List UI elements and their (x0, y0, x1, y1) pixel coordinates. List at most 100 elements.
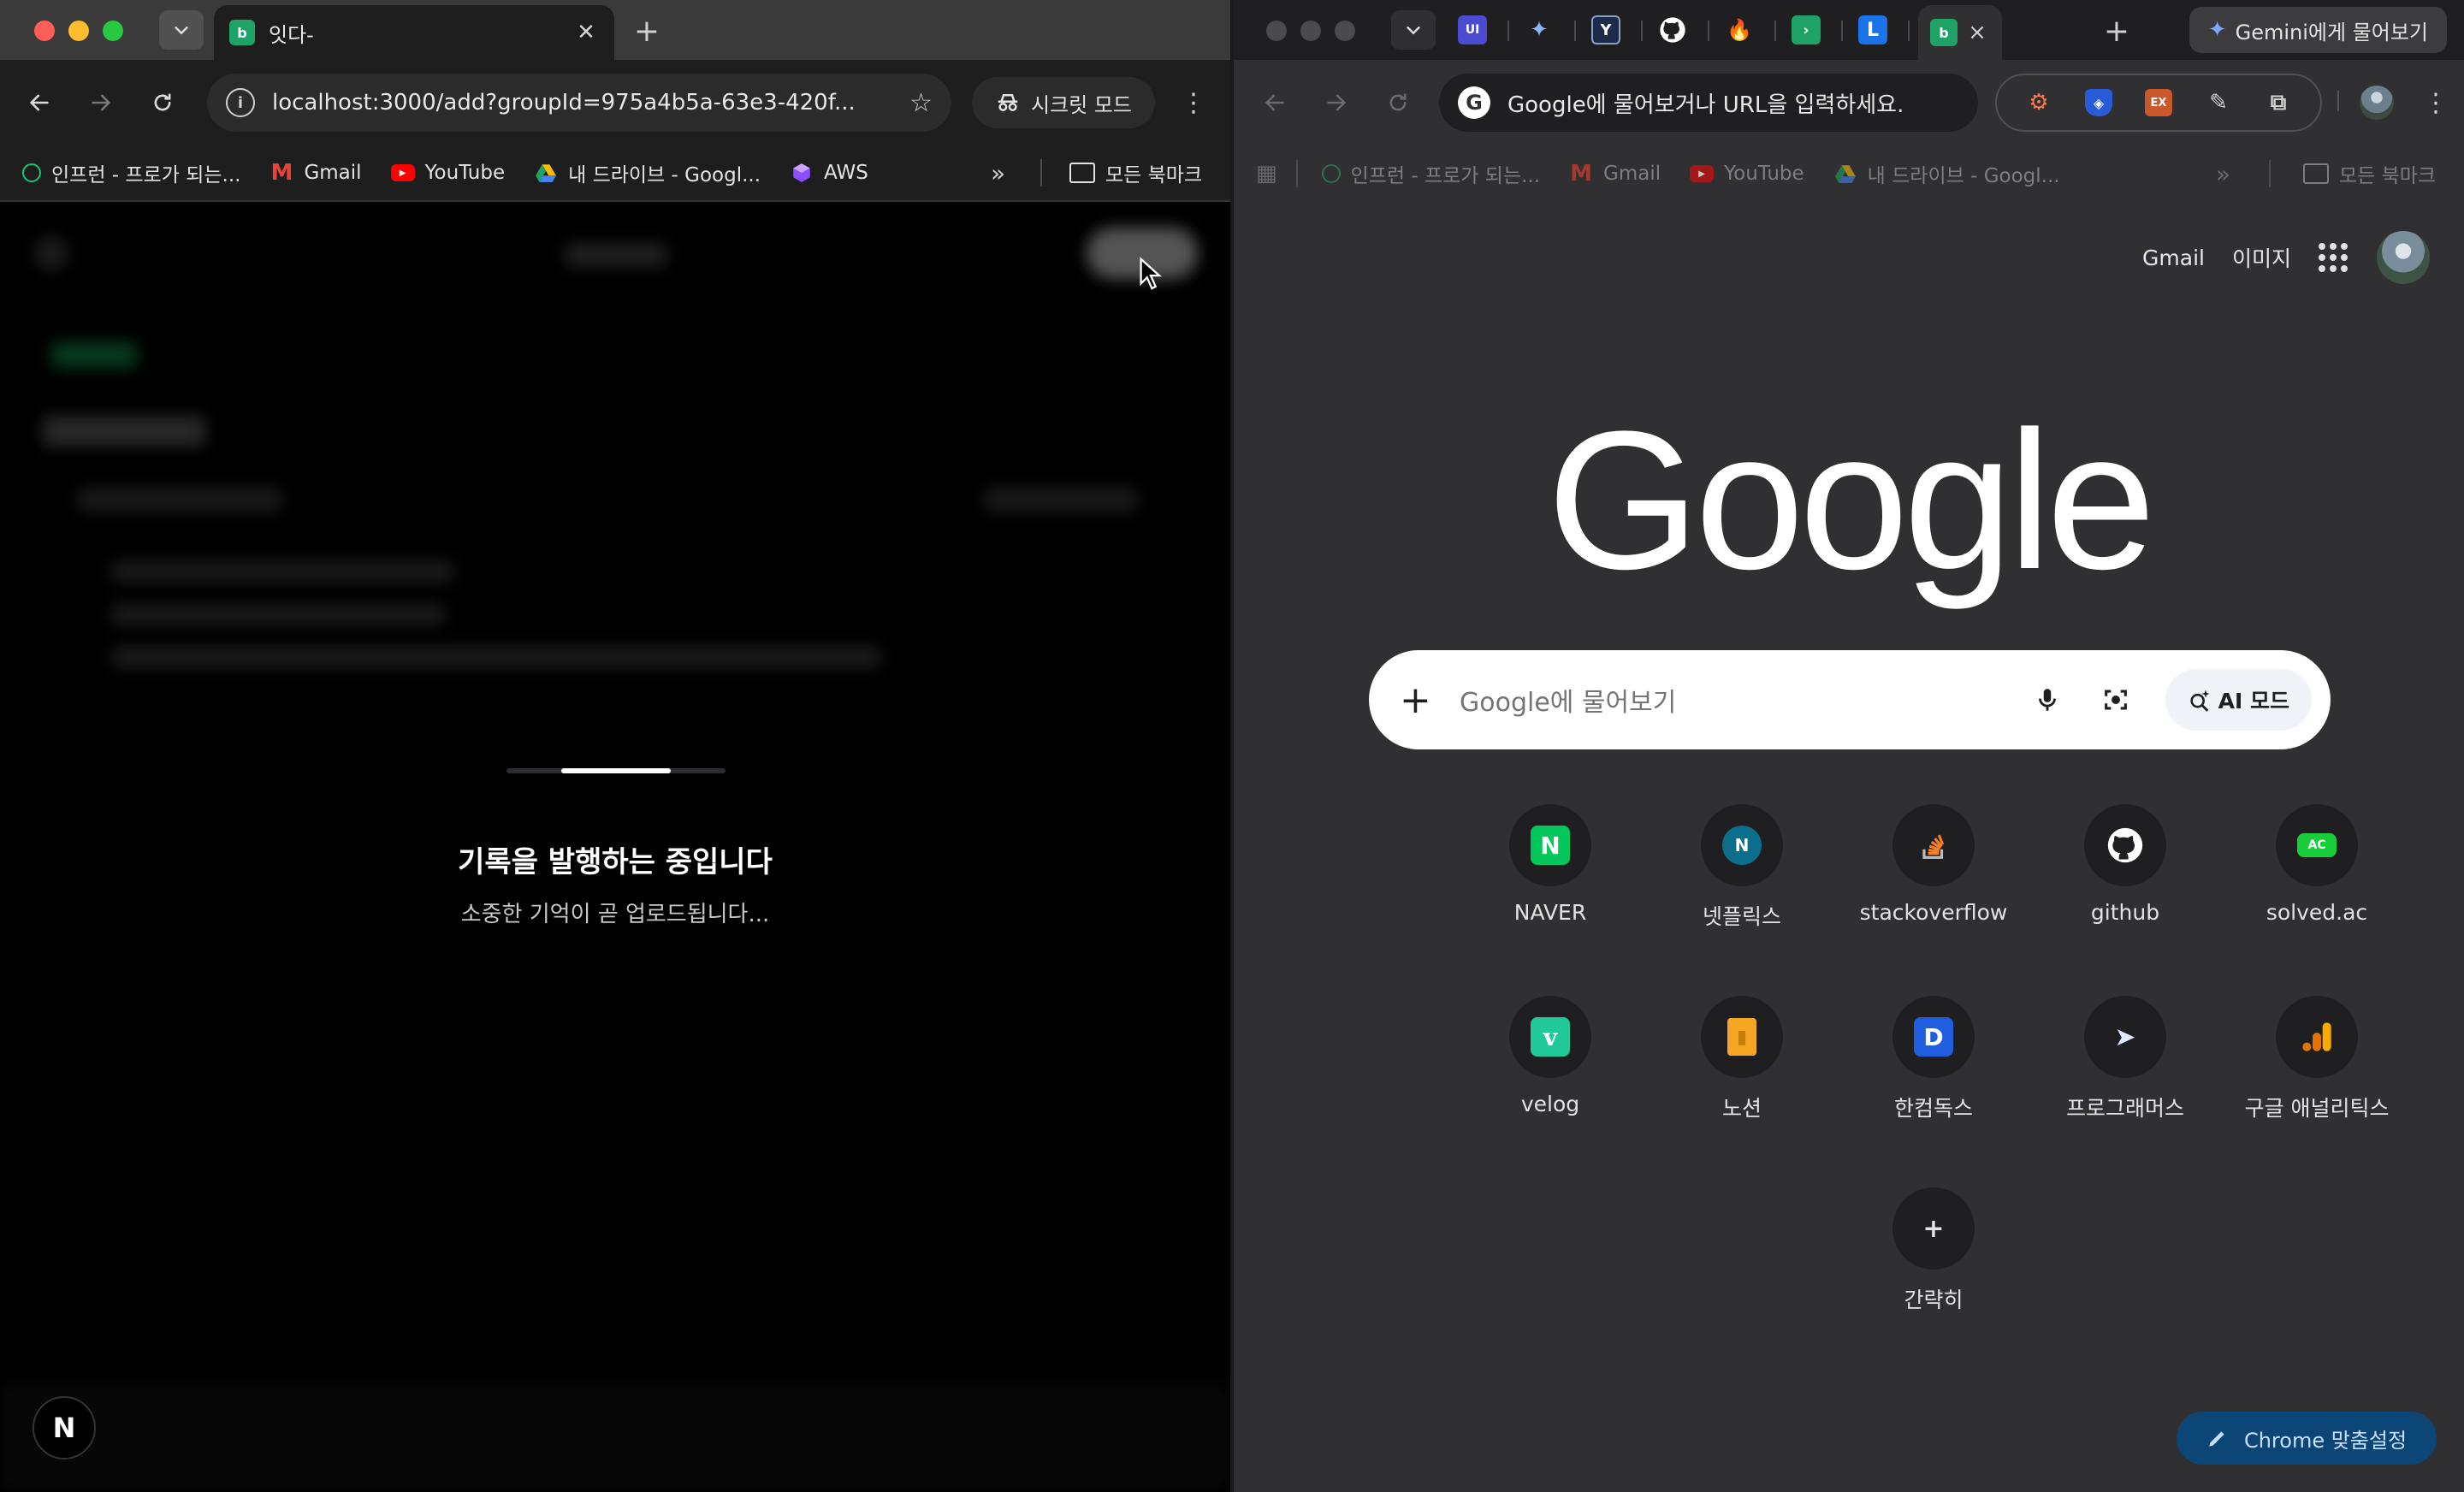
shortcut-github[interactable]: github (2040, 804, 2211, 925)
loading-subtitle: 소중한 기억이 곧 업로드됩니다... (460, 902, 770, 927)
arrow-right-icon (92, 94, 111, 111)
reload-button[interactable] (144, 84, 181, 121)
chevron-down-icon (175, 27, 188, 35)
pinned-tab-ui-icon[interactable]: UI (1458, 15, 1487, 44)
pinned-tab-y-icon[interactable]: Y (1591, 15, 1620, 44)
pinned-tab-l-icon[interactable]: L (1858, 15, 1887, 44)
new-tab-button[interactable]: + (2098, 12, 2135, 50)
bookmark-gmail[interactable]: M Gmail (270, 160, 362, 186)
shortcut-tile: ▮ (1701, 996, 1783, 1078)
bookmarks-overflow-icon[interactable]: » (991, 159, 1005, 187)
tab-separator (1774, 21, 1776, 41)
pinned-tab-github-icon[interactable] (1658, 15, 1687, 44)
extension-eyedropper-icon[interactable]: ✎ (2205, 89, 2232, 116)
apps-shortcut-icon[interactable]: ▦ (1256, 161, 1277, 186)
shortcut-stackoverflow[interactable]: stackoverflow (1848, 804, 2019, 925)
forward-button[interactable] (1318, 84, 1355, 121)
bookmark-youtube[interactable]: ▶ YouTube (1690, 163, 1804, 185)
shortcut-programmers[interactable]: ➤ 프로그래머스 (2040, 996, 2211, 1122)
shortcut-tile: N (1701, 804, 1783, 886)
ai-sparkle-search-icon (2190, 690, 2210, 712)
tab-close-icon[interactable]: × (1964, 20, 1990, 45)
back-button[interactable] (21, 84, 58, 121)
ai-mode-button[interactable]: AI 모드 (2165, 669, 2312, 731)
reload-button[interactable] (1379, 84, 1417, 121)
close-window-button[interactable] (34, 21, 55, 41)
bookmark-drive[interactable]: 내 드라이브 - Googl... (1833, 159, 2060, 188)
pinned-tab-fire-icon[interactable]: 🔥 (1725, 15, 1754, 44)
tab-search-button[interactable] (1391, 10, 1436, 50)
maximize-window-button[interactable] (1335, 21, 1355, 41)
shortcut-hancomdocs[interactable]: D 한컴독스 (1848, 996, 2019, 1122)
active-tab[interactable]: b × (1918, 5, 2002, 60)
all-bookmarks-button[interactable]: 모든 북마크 (2303, 159, 2436, 188)
shortcut-collapse[interactable]: + 간략히 (1848, 1187, 2019, 1314)
address-bar[interactable]: G Google에 물어보거나 URL을 입력하세요. (1439, 74, 1978, 132)
ntp-search-box[interactable]: + Google에 물어보기 AI 모드 (1369, 650, 2331, 749)
customize-label: Chrome 맞춤설정 (2243, 1428, 2408, 1453)
bookmark-gmail[interactable]: M Gmail (1569, 161, 1661, 186)
lens-search-icon[interactable] (2097, 681, 2135, 719)
right-browser-window: UI ✦ Y 🔥 › L b × + ✦ Gemini에게 물어보기 G Goo… (1234, 0, 2464, 1492)
google-apps-icon[interactable] (2319, 243, 2348, 272)
forward-button[interactable] (82, 84, 120, 121)
bookmark-label: 내 드라이브 - Googl... (1867, 165, 2060, 187)
loading-title: 기록을 발행하는 중입니다 (458, 845, 773, 879)
bookmark-star-icon[interactable]: ☆ (909, 88, 933, 118)
tab-search-button[interactable] (159, 10, 204, 50)
extension-shield-icon[interactable]: ◈ (2085, 89, 2112, 116)
add-attachment-icon[interactable]: + (1400, 678, 1434, 722)
close-window-button[interactable] (1266, 21, 1287, 41)
bookmark-drive[interactable]: 내 드라이브 - Googl... (534, 158, 761, 187)
programmers-icon: ➤ (2114, 1021, 2136, 1052)
shortcut-tile: ➤ (2084, 996, 2166, 1078)
extension-wheel-icon[interactable]: ⚙ (2025, 89, 2052, 116)
shortcut-label: 구글 애널리틱스 (2244, 1096, 2390, 1121)
pinned-tab-gemini-icon[interactable]: ✦ (1525, 15, 1554, 44)
shortcut-tile: N (1509, 804, 1591, 886)
images-link[interactable]: 이미지 (2232, 242, 2291, 273)
all-bookmarks-button[interactable]: 모든 북마크 (1069, 158, 1202, 187)
active-tab[interactable]: b 잇다- ✕ (214, 5, 614, 60)
minimize-window-button[interactable] (1300, 21, 1321, 41)
chrome-menu-button[interactable]: ⋮ (2423, 86, 2449, 120)
gmail-link[interactable]: Gmail (2142, 246, 2205, 270)
address-bar[interactable]: i localhost:3000/add?groupId=975a4b5a-63… (207, 74, 951, 132)
shortcut-naver[interactable]: N NAVER (1465, 804, 1636, 925)
chrome-menu-button[interactable]: ⋮ (1181, 86, 1206, 120)
ask-gemini-button[interactable]: ✦ Gemini에게 물어보기 (2189, 7, 2447, 53)
tab-close-icon[interactable]: ✕ (573, 20, 599, 45)
maximize-window-button[interactable] (103, 21, 123, 41)
bookmark-aws[interactable]: AWS (790, 161, 868, 185)
tab-separator (1908, 21, 1910, 41)
bookmarks-overflow-icon[interactable]: » (2216, 160, 2230, 188)
bookmark-youtube[interactable]: ▶ YouTube (390, 162, 505, 184)
voice-search-icon[interactable] (2029, 681, 2066, 719)
ai-mode-label: AI 모드 (2218, 689, 2289, 713)
extension-ex-icon[interactable]: EX (2145, 89, 2172, 116)
aws-icon (790, 161, 814, 185)
shortcut-velog[interactable]: v velog (1465, 996, 1636, 1116)
new-tab-button[interactable]: + (628, 12, 666, 50)
left-browser-window: b 잇다- ✕ + i localhost:3000/add?groupId=9… (0, 0, 1230, 1492)
customize-chrome-button[interactable]: Chrome 맞춤설정 (2177, 1412, 2437, 1465)
velog-icon: v (1531, 1017, 1570, 1057)
notion-icon: ▮ (1727, 1018, 1756, 1056)
profile-avatar[interactable] (2360, 86, 2394, 120)
bookmark-inflearn[interactable]: 인프런 - 프로가 되는... (1321, 159, 1540, 188)
minimize-window-button[interactable] (68, 21, 89, 41)
account-avatar[interactable] (2377, 231, 2430, 284)
shortcut-solved-ac[interactable]: AC solved.ac (2231, 804, 2402, 925)
bookmark-inflearn[interactable]: 인프런 - 프로가 되는... (22, 158, 240, 187)
shortcut-google-analytics[interactable]: 구글 애널리틱스 (2231, 996, 2402, 1122)
site-info-icon[interactable]: i (226, 88, 255, 117)
shortcut-tile: AC (2276, 804, 2358, 886)
pinned-tab-green-icon[interactable]: › (1792, 15, 1821, 44)
shortcut-notion[interactable]: ▮ 노션 (1656, 996, 1827, 1122)
back-button[interactable] (1256, 84, 1294, 121)
extensions-puzzle-icon[interactable]: ⧉ (2265, 89, 2292, 116)
shortcut-netflix[interactable]: N 넷플릭스 (1656, 804, 1827, 931)
left-tab-strip: b 잇다- ✕ + (0, 0, 1230, 60)
nextjs-dev-badge[interactable]: N (33, 1396, 96, 1459)
incognito-indicator[interactable]: 시크릿 모드 (972, 77, 1155, 128)
